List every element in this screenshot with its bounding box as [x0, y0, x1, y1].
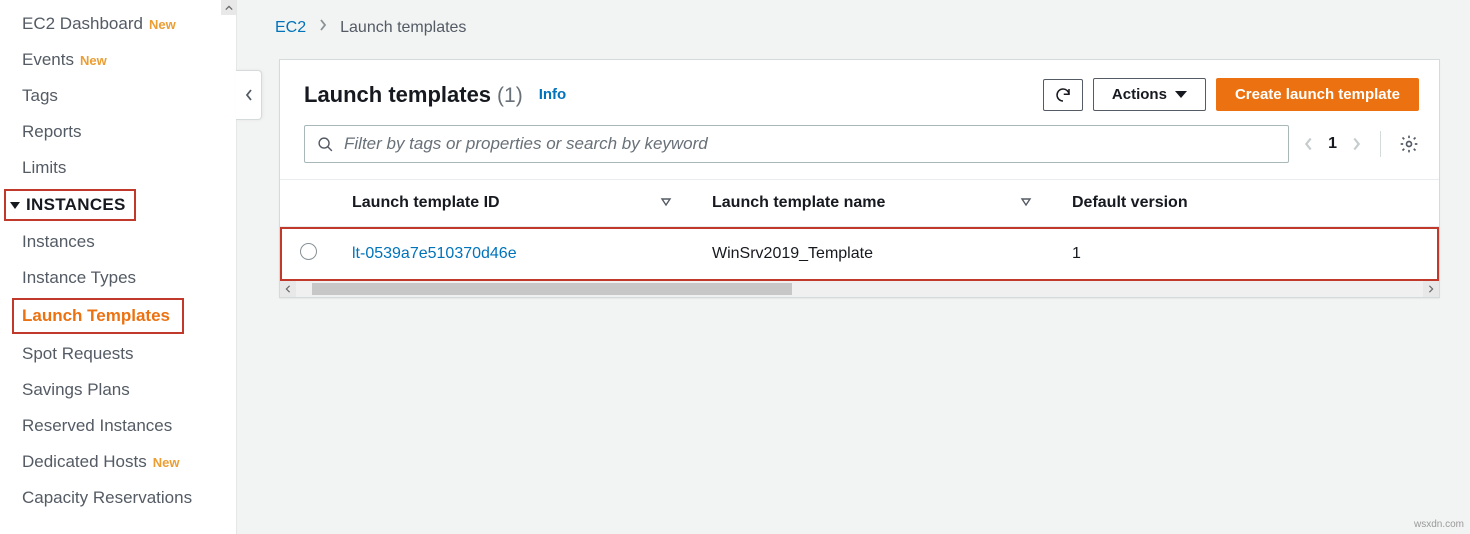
sidebar-item-launch-templates[interactable]: Launch Templates	[16, 302, 176, 330]
sidebar-group-instances[interactable]: INSTANCES	[8, 193, 128, 217]
sidebar-group-label: INSTANCES	[26, 195, 126, 215]
title-text: Launch templates	[304, 82, 491, 108]
new-badge: New	[80, 53, 107, 68]
pagination: 1	[1303, 131, 1419, 157]
horizontal-scrollbar[interactable]	[280, 281, 1439, 297]
actions-button[interactable]: Actions	[1093, 78, 1206, 111]
table-row[interactable]: lt-0539a7e510370d46e WinSrv2019_Template…	[280, 227, 1439, 282]
divider	[1380, 131, 1381, 157]
sort-icon	[1020, 194, 1032, 212]
column-select	[280, 180, 336, 227]
template-id-link[interactable]: lt-0539a7e510370d46e	[336, 227, 696, 282]
prev-page-button[interactable]	[1303, 136, 1314, 152]
default-version-cell: 1	[1056, 227, 1439, 282]
sidebar-item-reserved-instances[interactable]: Reserved Instances	[0, 408, 236, 444]
settings-button[interactable]	[1399, 134, 1419, 154]
column-template-name[interactable]: Launch template name	[696, 180, 1056, 227]
sidebar-item-capacity-reservations[interactable]: Capacity Reservations	[0, 480, 236, 516]
sidebar-collapse-button[interactable]	[236, 70, 262, 120]
breadcrumb: EC2 Launch templates	[275, 18, 1440, 37]
page-number: 1	[1328, 135, 1337, 153]
scroll-left-button[interactable]	[280, 281, 296, 297]
row-radio[interactable]	[300, 243, 317, 260]
create-label: Create launch template	[1235, 86, 1400, 103]
refresh-icon	[1054, 86, 1072, 104]
page-title: Launch templates (1)	[304, 82, 523, 108]
sidebar: EC2 Dashboard New Events New Tags Report…	[0, 0, 236, 534]
sidebar-item-instance-types[interactable]: Instance Types	[0, 260, 236, 296]
sidebar-item-limits[interactable]: Limits	[0, 150, 236, 186]
create-launch-template-button[interactable]: Create launch template	[1216, 78, 1419, 111]
sort-icon	[660, 194, 672, 212]
template-name-cell: WinSrv2019_Template	[696, 227, 1056, 282]
sidebar-item-label: Dedicated Hosts	[22, 452, 147, 472]
sidebar-item-tags[interactable]: Tags	[0, 78, 236, 114]
search-input[interactable]	[344, 134, 1276, 154]
main-content: EC2 Launch templates Launch templates (1…	[236, 0, 1470, 534]
sidebar-item-dedicated-hosts[interactable]: Dedicated Hosts New	[0, 444, 236, 480]
panel-header: Launch templates (1) Info Actions Create…	[280, 60, 1439, 125]
refresh-button[interactable]	[1043, 79, 1083, 111]
filter-row: 1	[280, 125, 1439, 179]
title-count: (1)	[497, 84, 523, 108]
launch-templates-panel: Launch templates (1) Info Actions Create…	[279, 59, 1440, 298]
sidebar-item-spot-requests[interactable]: Spot Requests	[0, 336, 236, 372]
sidebar-item-label: Tags	[22, 86, 58, 106]
scroll-right-button[interactable]	[1423, 281, 1439, 297]
sidebar-item-label: Instance Types	[22, 268, 136, 288]
sidebar-item-instances[interactable]: Instances	[0, 224, 236, 260]
sidebar-item-label: Capacity Reservations	[22, 488, 192, 508]
sidebar-item-events[interactable]: Events New	[0, 42, 236, 78]
breadcrumb-root[interactable]: EC2	[275, 19, 306, 37]
scrollbar-thumb[interactable]	[312, 283, 792, 295]
sidebar-item-label: Limits	[22, 158, 66, 178]
new-badge: New	[153, 455, 180, 470]
sidebar-item-label: Spot Requests	[22, 344, 134, 364]
sidebar-item-label: Events	[22, 50, 74, 70]
sidebar-item-label: Launch Templates	[22, 306, 170, 326]
caret-down-icon	[1175, 91, 1187, 98]
sidebar-item-reports[interactable]: Reports	[0, 114, 236, 150]
sidebar-item-label: Reserved Instances	[22, 416, 172, 436]
column-default-version[interactable]: Default version	[1056, 180, 1439, 227]
gear-icon	[1399, 134, 1419, 154]
next-page-button[interactable]	[1351, 136, 1362, 152]
sidebar-item-ec2-dashboard[interactable]: EC2 Dashboard New	[0, 6, 236, 42]
info-link[interactable]: Info	[539, 86, 567, 103]
sidebar-item-label: Reports	[22, 122, 82, 142]
search-icon	[317, 136, 334, 153]
column-template-id[interactable]: Launch template ID	[336, 180, 696, 227]
table-container: Launch template ID Launch template name	[280, 179, 1439, 297]
watermark: wsxdn.com	[1414, 519, 1464, 530]
sidebar-item-label: EC2 Dashboard	[22, 14, 143, 34]
search-field[interactable]	[304, 125, 1289, 163]
caret-down-icon	[10, 202, 20, 209]
actions-label: Actions	[1112, 86, 1167, 103]
chevron-right-icon	[318, 18, 328, 37]
new-badge: New	[149, 17, 176, 32]
launch-templates-table: Launch template ID Launch template name	[280, 180, 1439, 281]
breadcrumb-current: Launch templates	[340, 19, 466, 37]
sidebar-item-label: Savings Plans	[22, 380, 130, 400]
sidebar-item-label: Instances	[22, 232, 95, 252]
scroll-up-button[interactable]	[221, 0, 236, 15]
sidebar-item-savings-plans[interactable]: Savings Plans	[0, 372, 236, 408]
